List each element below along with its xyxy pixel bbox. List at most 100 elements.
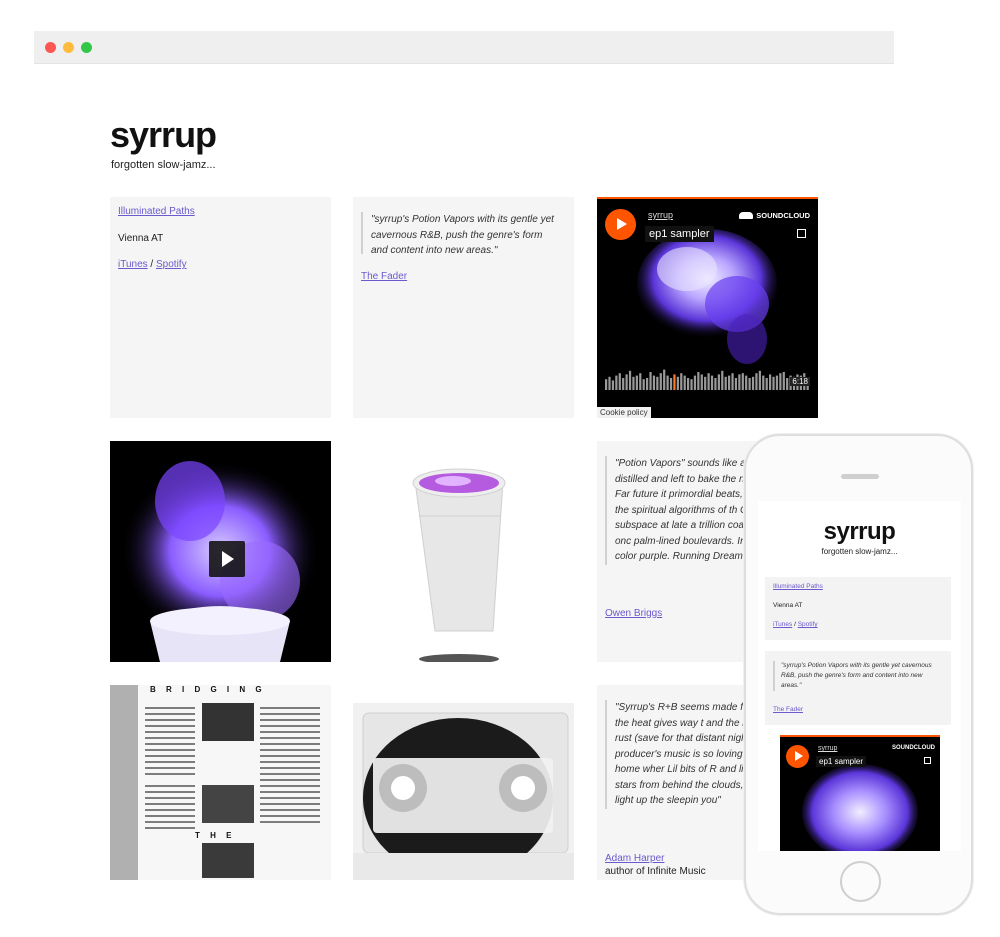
mobile-quote-tile: "syrrup's Potion Vapors with its gentle … xyxy=(765,651,951,725)
mobile-site-title[interactable]: syrrup xyxy=(758,518,961,546)
soundcloud-player: syrrup ep1 sampler SOUNDCLOUD 6:18 Cooki… xyxy=(597,197,818,418)
waveform-bar[interactable] xyxy=(748,378,751,390)
waveform-bar[interactable] xyxy=(649,372,652,390)
double-cup-image xyxy=(353,441,574,662)
waveform-bar[interactable] xyxy=(683,375,686,390)
mobile-play-triangle xyxy=(795,751,803,761)
waveform-bar[interactable] xyxy=(652,375,656,390)
mobile-quote-source-link[interactable]: The Fader xyxy=(773,706,803,713)
waveform-bar[interactable] xyxy=(635,375,638,390)
waveform-bar[interactable] xyxy=(611,380,615,390)
cookie-policy-link[interactable]: Cookie policy xyxy=(597,407,651,418)
waveform-bar[interactable] xyxy=(639,373,642,390)
waveform-bar[interactable] xyxy=(690,379,693,390)
waveform-bar[interactable] xyxy=(642,379,645,390)
waveform-bar[interactable] xyxy=(704,376,707,390)
spotify-link[interactable]: Spotify xyxy=(156,259,187,270)
waveform-bar[interactable] xyxy=(666,375,669,390)
waveform-bar[interactable] xyxy=(782,372,785,390)
site-tagline: forgotten slow-jamz... xyxy=(111,159,216,171)
waveform-bar[interactable] xyxy=(751,376,755,390)
phone-mockup: syrrup forgotten slow-jamz... Illuminate… xyxy=(744,434,973,915)
album-link[interactable]: Illuminated Paths xyxy=(118,206,195,217)
soundcloud-logo[interactable]: SOUNDCLOUD xyxy=(739,211,810,220)
waveform-bar[interactable] xyxy=(772,376,775,390)
mobile-soundcloud-brand[interactable]: SOUNDCLOUD xyxy=(892,745,935,751)
phone-screen: syrrup forgotten slow-jamz... Illuminate… xyxy=(758,501,961,851)
waveform-bar[interactable] xyxy=(738,374,741,390)
soundcloud-user-link[interactable]: syrrup xyxy=(648,210,673,220)
waveform-bar[interactable] xyxy=(663,369,666,390)
waveform-bar[interactable] xyxy=(731,373,734,390)
waveform-bar[interactable] xyxy=(734,378,738,390)
waveform-bar[interactable] xyxy=(714,378,717,390)
video-tile[interactable] xyxy=(110,441,331,662)
waveform-bar[interactable] xyxy=(615,375,618,390)
magazine-heading-mid: T H E xyxy=(195,831,236,840)
waveform[interactable] xyxy=(605,366,810,393)
waveform-bar[interactable] xyxy=(673,374,676,390)
waveform-bar[interactable] xyxy=(687,378,690,390)
phone-home-button[interactable] xyxy=(840,861,881,902)
mobile-album-link[interactable]: Illuminated Paths xyxy=(773,583,823,590)
waveform-bar[interactable] xyxy=(659,373,662,390)
mobile-store-links: iTunes / Spotify xyxy=(773,621,818,628)
waveform-bar[interactable] xyxy=(605,379,608,390)
waveform-bar[interactable] xyxy=(758,370,761,390)
share-icon[interactable] xyxy=(797,229,806,238)
cassette-image xyxy=(353,703,574,880)
waveform-bar[interactable] xyxy=(786,378,789,390)
phone-speaker xyxy=(841,474,879,479)
waveform-bar[interactable] xyxy=(693,375,697,390)
waveform-bar[interactable] xyxy=(608,376,611,390)
waveform-bar[interactable] xyxy=(724,376,727,390)
quote-source-link[interactable]: The Fader xyxy=(361,271,407,282)
waveform-bar[interactable] xyxy=(676,376,679,390)
quote-source-link[interactable]: Owen Briggs xyxy=(605,608,662,619)
quote-tile-fader: "syrrup's Potion Vapors with its gentle … xyxy=(353,197,574,418)
mobile-spotify-link[interactable]: Spotify xyxy=(798,621,818,628)
waveform-bar[interactable] xyxy=(710,375,714,390)
waveform-bar[interactable] xyxy=(628,370,632,390)
waveform-bar[interactable] xyxy=(762,375,765,390)
mobile-itunes-link[interactable]: iTunes xyxy=(773,621,792,628)
waveform-bar[interactable] xyxy=(632,376,635,390)
waveform-bar[interactable] xyxy=(625,374,628,390)
mobile-soundcloud-user-link[interactable]: syrrup xyxy=(818,745,837,752)
waveform-bar[interactable] xyxy=(755,373,758,390)
store-separator: / xyxy=(147,259,156,270)
waveform-bar[interactable] xyxy=(769,374,772,390)
waveform-bar[interactable] xyxy=(700,374,703,390)
waveform-bar[interactable] xyxy=(680,373,683,390)
waveform-bar[interactable] xyxy=(745,375,748,390)
waveform-bar[interactable] xyxy=(717,374,720,390)
mobile-location-text: Vienna AT xyxy=(773,602,803,609)
minimize-window-button[interactable] xyxy=(63,42,74,53)
waveform-bar[interactable] xyxy=(707,373,710,390)
mobile-share-icon[interactable] xyxy=(924,757,931,764)
video-play-icon[interactable] xyxy=(209,541,245,577)
waveform-bar[interactable] xyxy=(697,372,700,390)
close-window-button[interactable] xyxy=(45,42,56,53)
waveform-bar[interactable] xyxy=(775,375,779,390)
waveform-bar[interactable] xyxy=(721,370,724,390)
waveform-bar[interactable] xyxy=(765,378,768,390)
play-icon[interactable] xyxy=(605,209,636,240)
waveform-bar[interactable] xyxy=(779,373,782,390)
maximize-window-button[interactable] xyxy=(81,42,92,53)
waveform-bar[interactable] xyxy=(741,373,744,390)
waveform-bar[interactable] xyxy=(646,378,649,390)
waveform-bar[interactable] xyxy=(728,375,731,390)
waveform-bar[interactable] xyxy=(669,378,673,390)
soundcloud-cloud-icon xyxy=(739,212,754,219)
quote-text: "syrrup's Potion Vapors with its gentle … xyxy=(361,212,557,256)
quote-source-note: author of Infinite Music xyxy=(605,866,706,877)
site-title[interactable]: syrrup xyxy=(110,114,217,156)
waveform-bar[interactable] xyxy=(656,376,659,390)
waveform-bar[interactable] xyxy=(622,378,625,390)
quote-source-link[interactable]: Adam Harper xyxy=(605,853,664,864)
itunes-link[interactable]: iTunes xyxy=(118,259,148,270)
soundcloud-track-title[interactable]: ep1 sampler xyxy=(645,226,714,242)
waveform-bar[interactable] xyxy=(618,373,621,390)
mobile-soundcloud-track-title[interactable]: ep1 sampler xyxy=(816,756,867,767)
